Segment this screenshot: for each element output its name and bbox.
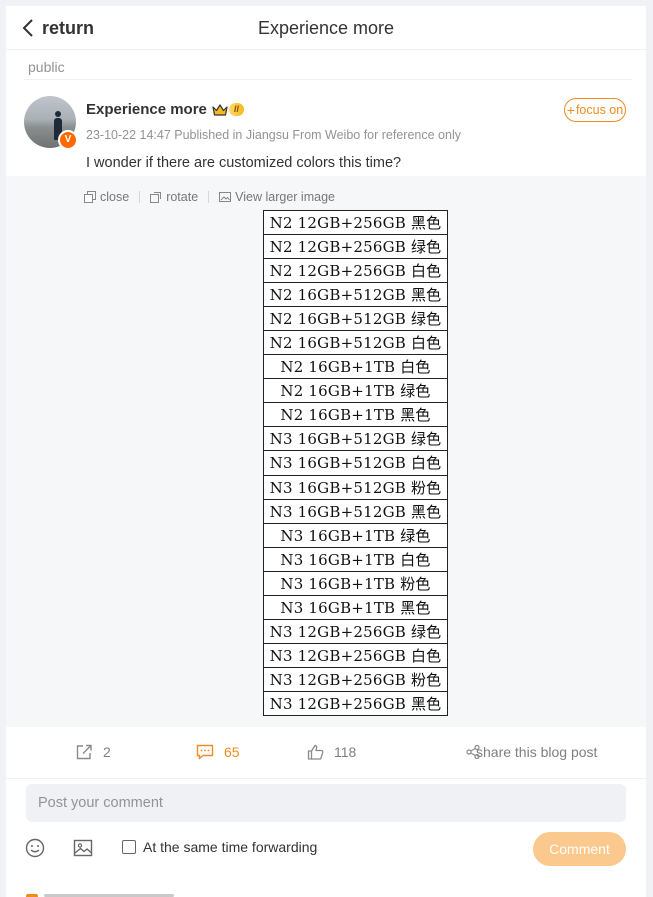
- repost-count: 2: [103, 744, 111, 760]
- table-row: N3 16GB+512GB 白色: [264, 451, 447, 476]
- forward-label: At the same time forwarding: [143, 839, 318, 855]
- table-row: N3 16GB+512GB 黑色: [264, 500, 447, 524]
- follow-label: focus on: [575, 103, 624, 117]
- table-row: N2 16GB+1TB 黑色: [264, 403, 447, 428]
- like-button[interactable]: 118: [307, 744, 356, 760]
- level-badge: II: [228, 103, 244, 116]
- table-row: N3 16GB+1TB 粉色: [264, 572, 447, 596]
- repost-button[interactable]: 2: [76, 744, 111, 760]
- table-row: N3 12GB+256GB 粉色: [264, 668, 447, 692]
- close-button[interactable]: close: [84, 190, 129, 204]
- view-larger-button[interactable]: View larger image: [219, 190, 335, 204]
- like-count: 118: [334, 744, 357, 760]
- table-row: N2 16GB+1TB 绿色: [264, 379, 447, 404]
- table-row: N2 12GB+256GB 白色: [264, 259, 447, 284]
- table-row: N3 12GB+256GB 黑色: [269, 695, 442, 714]
- table-row: N3 16GB+1TB 绿色: [264, 524, 447, 548]
- author-row: Experience more II: [86, 101, 244, 118]
- verified-badge: V: [58, 130, 78, 150]
- action-bar: 2 65 118 share this blog post: [6, 728, 646, 779]
- post-meta: 23-10-22 14:47 Published in Jiangsu From…: [86, 128, 461, 142]
- divider: [208, 191, 210, 203]
- comment-input[interactable]: [26, 784, 626, 822]
- table-row: N2 16GB+512GB 白色: [264, 331, 447, 356]
- share-label: share this blog post: [476, 744, 598, 760]
- table-row: N3 12GB+256GB 白色: [264, 644, 447, 668]
- divider: [139, 191, 141, 203]
- plus-icon: +: [566, 102, 575, 118]
- image-icon: [219, 192, 232, 202]
- media-toolbar: close rotate View larger image: [84, 190, 335, 204]
- rotate-icon: [150, 192, 162, 203]
- forward-option[interactable]: At the same time forwarding: [122, 839, 317, 855]
- post-detail-card: return Experience more public V Experien…: [6, 6, 646, 897]
- rotate-button[interactable]: rotate: [150, 190, 198, 204]
- comment-icon: [196, 744, 214, 760]
- table-row: N2 16GB+512GB 绿色: [264, 307, 447, 332]
- author-name[interactable]: Experience more: [86, 101, 207, 118]
- table-row: N3 16GB+512GB 粉色: [264, 476, 447, 500]
- picture-icon: [73, 839, 93, 857]
- comment-count: 65: [224, 744, 240, 760]
- close-label: close: [100, 190, 130, 204]
- table-row: N2 12GB+256GB 绿色: [264, 235, 447, 260]
- table-row: N2 16GB+512GB 黑色: [264, 283, 447, 308]
- crown-icon: [212, 103, 228, 117]
- follow-button[interactable]: + focus on: [564, 98, 626, 122]
- page-title: Experience more: [257, 18, 395, 38]
- divider: [24, 79, 632, 80]
- like-icon: [307, 744, 324, 760]
- table-row: N2 16GB+1TB 白色: [264, 355, 447, 380]
- table-row: N3 16GB+1TB 白色: [264, 548, 447, 572]
- post-text: I wonder if there are customized colors …: [86, 155, 402, 171]
- table-row: N3 16GB+1TB 黑色: [264, 596, 447, 620]
- copy-icon: [84, 191, 96, 203]
- post-image-table[interactable]: N2 12GB+256GB 黑色 N2 12GB+256GB 绿色 N2 12GB+…: [263, 210, 448, 716]
- repost-icon: [76, 744, 92, 760]
- comment-button[interactable]: 65: [196, 744, 240, 760]
- visibility-label: public: [28, 59, 65, 75]
- emoji-button[interactable]: [25, 838, 45, 863]
- avatar[interactable]: V: [24, 96, 78, 150]
- rotate-label: rotate: [166, 190, 199, 204]
- view-larger-label: View larger image: [235, 190, 335, 204]
- share-button[interactable]: share this blog post: [466, 744, 597, 760]
- table-row: N3 12GB+256GB 绿色: [264, 620, 447, 644]
- emoji-icon: [25, 838, 45, 858]
- next-section-peek: [26, 890, 186, 897]
- table-row: N2 12GB+256GB 黑色: [264, 211, 447, 236]
- forward-checkbox[interactable]: [122, 840, 136, 854]
- media-area: close rotate View larger image N2 12GB+2…: [6, 176, 646, 727]
- top-bar: return Experience more: [6, 6, 646, 50]
- picture-button[interactable]: [73, 838, 93, 863]
- table-row: N3 16GB+512GB 绿色: [264, 427, 447, 452]
- comment-submit-button[interactable]: Comment: [533, 832, 626, 866]
